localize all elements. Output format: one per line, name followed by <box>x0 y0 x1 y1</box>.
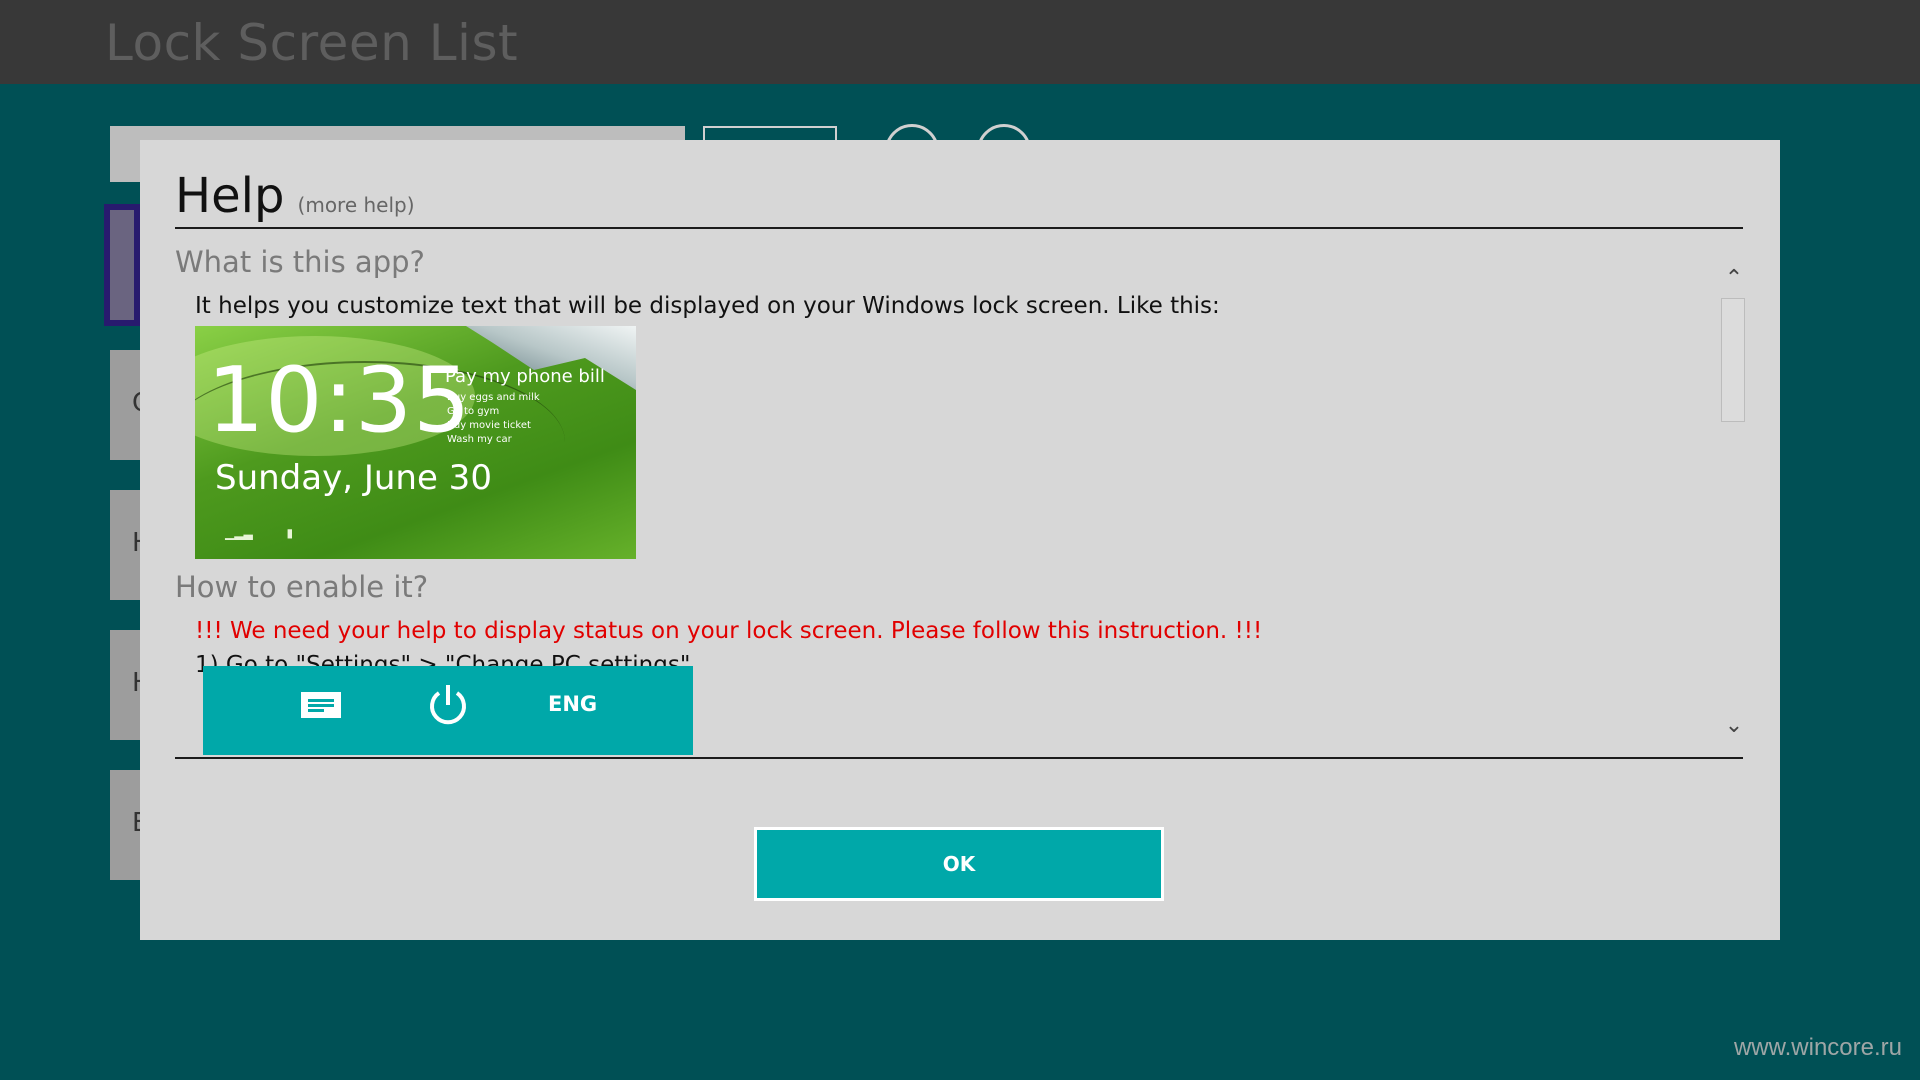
background-list-item: H <box>110 630 140 740</box>
lock-screen-status-title: Pay my phone bill <box>445 366 605 387</box>
network-icon: ▁▂▃ <box>225 526 253 540</box>
scroll-down-icon[interactable]: ⌄ <box>1720 712 1748 740</box>
section-description: It helps you customize text that will be… <box>195 293 1220 319</box>
app-header: Lock Screen List <box>0 0 1920 84</box>
warning-text: !!! We need your help to display status … <box>195 618 1263 644</box>
battery-icon: ▮ <box>286 526 294 540</box>
background-list-item: I <box>104 204 140 326</box>
section-title-what: What is this app? <box>175 245 425 279</box>
help-content[interactable]: What is this app? It helps you customize… <box>175 240 1695 755</box>
scroll-up-icon[interactable]: ⌃ <box>1720 265 1748 293</box>
divider <box>175 757 1743 759</box>
divider <box>175 227 1743 229</box>
list-item: Buy eggs and milk <box>447 392 540 403</box>
background-list-item: E <box>110 770 140 880</box>
list-item: Wash my car <box>447 434 512 445</box>
list-item: Go to gym <box>447 406 500 417</box>
language-indicator: ENG <box>548 692 598 716</box>
ok-button[interactable]: OK <box>754 827 1164 901</box>
list-item: Buy movie ticket <box>447 420 531 431</box>
help-dialog: Help (more help) What is this app? It he… <box>140 140 1780 940</box>
lock-screen-sample-image: 10:35 Sunday, June 30 Pay my phone bill … <box>195 326 636 559</box>
scrollbar-thumb[interactable] <box>1721 298 1745 422</box>
notifications-icon <box>300 691 342 723</box>
lock-screen-time: 10:35 <box>207 348 472 453</box>
section-title-how: How to enable it? <box>175 570 429 604</box>
lock-screen-status-list: Buy eggs and milk Go to gym Buy movie ti… <box>447 391 540 447</box>
charms-bar-sample-image: ENG <box>203 666 693 755</box>
dialog-title: Help <box>175 168 285 224</box>
dialog-heading: Help (more help) <box>175 168 415 224</box>
background-list-item: H <box>110 490 140 600</box>
app-title: Lock Screen List <box>105 14 519 72</box>
more-help-link[interactable]: (more help) <box>298 193 415 217</box>
watermark: www.wincore.ru <box>1733 1034 1902 1061</box>
lock-screen-date: Sunday, June 30 <box>215 458 492 498</box>
background-list-item: C <box>110 350 140 460</box>
power-icon <box>426 681 470 733</box>
